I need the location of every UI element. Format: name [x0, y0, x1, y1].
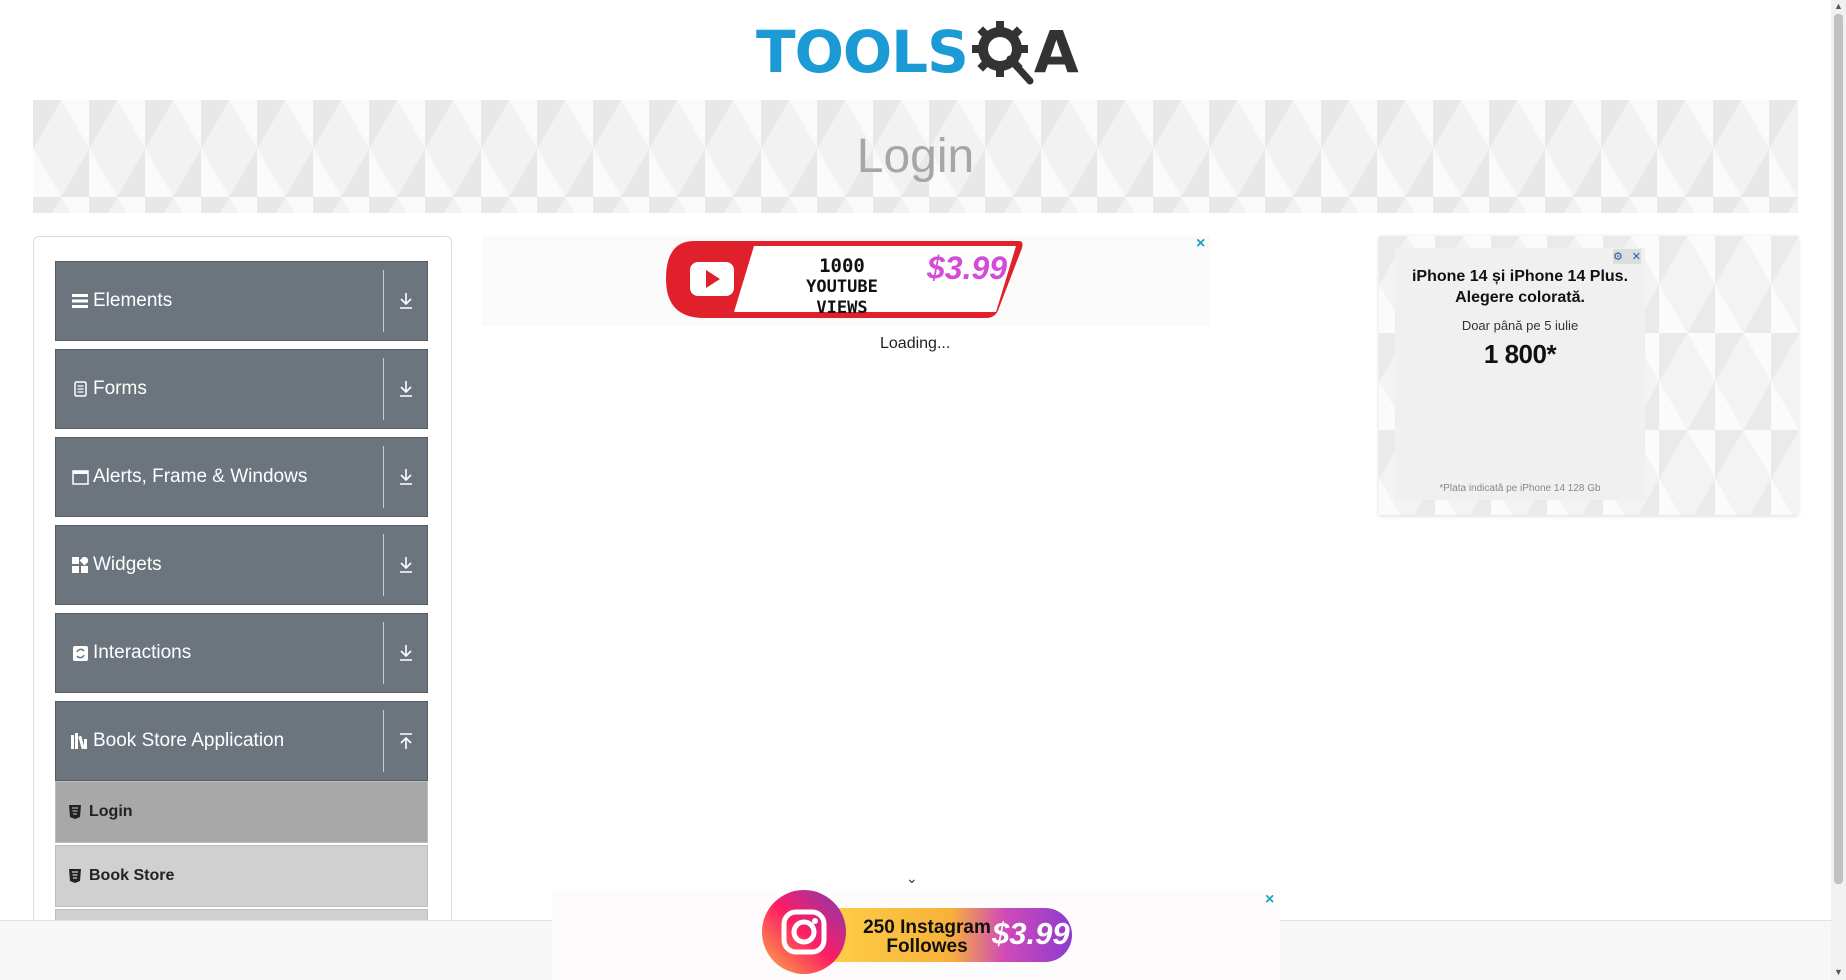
group-label: Widgets [93, 554, 162, 575]
sidebar-group-elements[interactable]: Elements [55, 261, 428, 341]
ad-subtext: Doar până pe 5 iulie [1461, 318, 1579, 333]
ad-banner-youtube[interactable]: 1000 YOUTUBE VIEWS $3.99 × [482, 236, 1210, 326]
sidebar-group-book-store-application[interactable]: Book Store Application [55, 701, 428, 781]
download-arrow-icon[interactable] [384, 438, 427, 516]
download-arrow-icon[interactable] [384, 614, 427, 692]
scrollbar-thumb[interactable] [1834, 14, 1843, 884]
ad-line2: YOUTUBE VIEWS [806, 277, 878, 318]
sidebar-item-label: Book Store [89, 867, 175, 884]
sidebar-item-label: Login [89, 803, 133, 820]
sidebar: Elements Forms Alerts, Frame & Windows W… [33, 236, 452, 980]
sidebar-item-book-store[interactable]: Book Store [55, 845, 428, 907]
sidebar-group-forms[interactable]: Forms [55, 349, 428, 429]
group-label: Book Store Application [93, 730, 285, 751]
gear-magnifier-icon [971, 21, 1034, 85]
page: TOOLS A Login Elements Forms Alerts, Fra… [0, 0, 1831, 980]
group-label: Elements [93, 290, 173, 311]
logo-qa: A [968, 18, 1079, 86]
hamburger-icon [71, 292, 89, 310]
ad-banner-iphone[interactable]: iPhone 14 și iPhone 14 Plus. Alegere col… [1379, 236, 1798, 515]
ad-choices-button[interactable]: ⚙ ✕ [1613, 249, 1641, 264]
close-icon[interactable]: ✕ [1632, 250, 1641, 263]
html5-icon [69, 805, 83, 819]
ad-line1: 250 Instagram [863, 917, 991, 938]
ad-banner-instagram[interactable]: 250 Instagram Followes $3.99 × [552, 890, 1280, 980]
download-arrow-icon[interactable] [384, 262, 427, 340]
youtube-ad-text: 1000 YOUTUBE VIEWS [782, 256, 902, 319]
ad-price: 1 800* [1483, 339, 1557, 369]
html5-icon [69, 869, 83, 883]
ad-price: $3.99 [992, 916, 1070, 951]
logo-a-text: A [1033, 18, 1079, 86]
group-label: Interactions [93, 642, 192, 663]
close-icon[interactable]: × [1196, 236, 1205, 252]
download-arrow-icon[interactable] [384, 526, 427, 604]
page-title: Login [856, 130, 975, 183]
toolsqa-logo[interactable]: TOOLS A [756, 14, 1079, 90]
close-icon[interactable]: × [1265, 892, 1274, 908]
ad-headline-line1: iPhone 14 și iPhone 14 Plus. [1411, 268, 1629, 285]
sidebar-group-alerts[interactable]: Alerts, Frame & Windows [55, 437, 428, 517]
ad-headline: iPhone 14 și iPhone 14 Plus. Alegere col… [1395, 266, 1645, 308]
scroll-down-icon[interactable]: ▼ [1834, 967, 1843, 977]
instagram-ad-text: 250 Instagram Followes [857, 918, 997, 956]
chevron-down-icon[interactable]: ⌄ [906, 870, 918, 887]
scroll-up-icon[interactable]: ▲ [1834, 1, 1843, 11]
download-arrow-icon[interactable] [384, 350, 427, 428]
group-label: Alerts, Frame & Windows [93, 466, 308, 487]
group-label: Forms [93, 378, 147, 399]
widgets-icon [71, 556, 89, 574]
adchoices-icon: ⚙ [1613, 251, 1623, 263]
document-icon [71, 380, 89, 398]
logo-tools-text: TOOLS [756, 18, 969, 86]
sidebar-group-widgets[interactable]: Widgets [55, 525, 428, 605]
ad-line2: Followes [886, 936, 968, 957]
books-icon [71, 732, 89, 750]
ad-headline-line2: Alegere colorată. [1455, 289, 1585, 306]
window-icon [71, 468, 89, 486]
interactions-icon [71, 644, 89, 662]
loading-text: Loading... [880, 335, 951, 352]
ad-line1: 1000 [819, 255, 865, 277]
sidebar-item-login[interactable]: Login [55, 781, 428, 843]
ad-card: iPhone 14 și iPhone 14 Plus. Alegere col… [1395, 248, 1645, 500]
ad-footnote: *Plata indicată pe iPhone 14 128 Gb [1439, 483, 1601, 494]
ad-price: $3.99 [927, 250, 1008, 286]
page-banner: Login [33, 100, 1798, 213]
upload-arrow-icon[interactable] [384, 702, 427, 780]
sidebar-group-interactions[interactable]: Interactions [55, 613, 428, 693]
vertical-scrollbar[interactable]: ▲ ▼ [1831, 0, 1846, 980]
